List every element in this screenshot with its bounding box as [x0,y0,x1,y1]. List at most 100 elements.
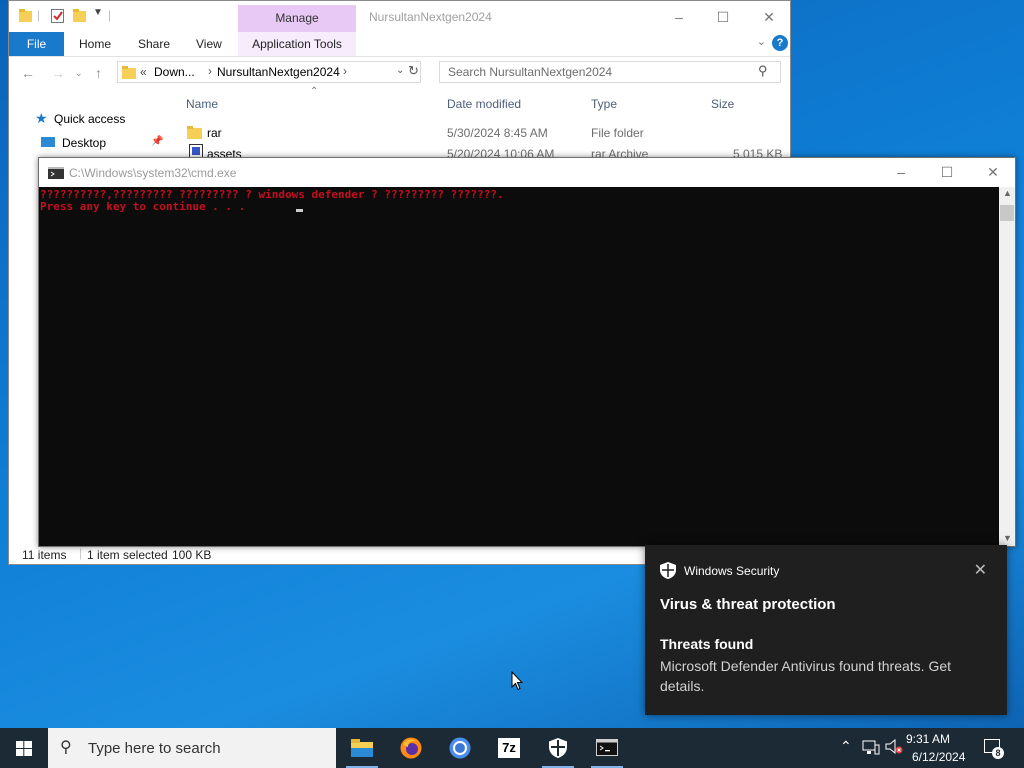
scroll-down-icon[interactable]: ▼ [1003,533,1012,543]
close-button[interactable]: ✕ [983,162,1003,182]
back-button[interactable]: ← [21,65,35,81]
status-separator: | [79,546,83,560]
nav-desktop[interactable]: Desktop [62,136,106,150]
console-output[interactable]: ??????????,????????? ????????? ? windows… [39,187,999,546]
close-icon[interactable]: ✕ [974,560,987,580]
file-list: ⌃ Name Date modified Type Size rar 5/30/… [177,86,789,161]
tab-share[interactable]: Share [138,32,170,56]
pin-icon[interactable]: 📌 [151,136,163,147]
taskbar-search[interactable]: ⚲ Type here to search [48,728,336,768]
minimize-button[interactable]: – [669,7,689,27]
windows-security-icon [549,738,567,758]
cmd-window[interactable]: C:\Windows\system32\cmd.exe – ☐ ✕ ??????… [38,157,1016,547]
search-placeholder: Type here to search [88,740,221,757]
tab-view[interactable]: View [196,32,222,56]
breadcrumb-overflow[interactable]: « [140,65,147,79]
file-date: 5/30/2024 8:45 AM [447,126,548,140]
maximize-button[interactable]: ☐ [713,7,733,27]
notification-title: Threats found [660,636,754,652]
search-icon[interactable]: ⚲ [758,63,768,79]
folder-icon [122,66,136,79]
taskbar-7zip[interactable]: 7z [485,728,533,768]
window-title: NursultanNextgen2024 [369,10,492,24]
notification-message[interactable]: Microsoft Defender Antivirus found threa… [660,656,995,696]
rar-archive-icon [189,144,203,158]
manage-context-tab[interactable]: Manage [238,5,356,32]
breadcrumb-item[interactable]: NursultanNextgen2024 [217,65,340,79]
properties-icon[interactable] [51,9,64,23]
sort-arrow-icon: ⌃ [310,86,319,97]
chevron-right-icon[interactable]: › [208,64,212,78]
network-icon[interactable] [862,740,880,755]
cmd-title-bar[interactable]: C:\Windows\system32\cmd.exe – ☐ ✕ [39,158,1015,187]
ribbon-tabs: File Home Share View Application Tools ⌄… [9,32,790,57]
mouse-pointer-icon [511,671,523,691]
chevron-right-icon[interactable]: › [343,64,347,78]
start-button[interactable] [0,728,48,768]
expand-ribbon-icon[interactable]: ⌄ [757,35,766,48]
text-cursor [296,209,303,212]
cmd-title: C:\Windows\system32\cmd.exe [69,166,237,180]
taskbar-windows-security[interactable] [534,728,582,768]
column-name[interactable]: Name [186,97,218,111]
file-type: File folder [591,126,644,140]
recent-locations-icon[interactable]: ⌄ [75,68,83,79]
maximize-button[interactable]: ☐ [937,162,957,182]
search-icon: ⚲ [60,739,72,756]
scroll-up-icon[interactable]: ▲ [1003,188,1012,198]
breadcrumb-item[interactable]: Down... [154,65,195,79]
chevron-up-icon[interactable]: ⌃ [840,738,852,755]
chrome-icon [449,737,471,759]
new-folder-icon[interactable] [73,9,86,23]
refresh-icon[interactable]: ↻ [408,63,419,79]
title-separator: | [37,8,41,22]
console-line: Press any key to continue . . . [40,200,246,213]
address-bar[interactable]: « Down... › NursultanNextgen2024 › ⌄ ↻ [117,61,421,83]
file-explorer-icon [351,739,373,757]
7zip-icon: 7z [498,738,520,758]
tab-home[interactable]: Home [79,32,111,56]
scrollbar[interactable]: ▲ ▼ [999,187,1015,546]
taskbar-firefox[interactable] [387,728,435,768]
nav-quick-access[interactable]: Quick access [54,112,125,126]
clock-date[interactable]: 6/12/2024 [912,750,965,764]
folder-icon [187,126,202,139]
tab-file[interactable]: File [9,32,64,56]
tab-application-tools[interactable]: Application Tools [238,32,356,56]
up-button[interactable]: ↑ [95,65,102,81]
scrollbar-thumb[interactable] [1000,205,1014,221]
folder-icon [19,9,32,22]
system-tray: ⌃ 9:31 AM 6/12/2024 8 [836,728,1024,768]
search-input[interactable]: Search NursultanNextgen2024 ⚲ [439,61,781,83]
explorer-title-bar[interactable]: | ▼ | Manage NursultanNextgen2024 – ☐ ✕ [9,1,790,32]
desktop-icon [41,137,55,147]
security-notification[interactable]: Windows Security ✕ Virus & threat protec… [645,545,1007,715]
selection-count: 1 item selected [87,548,168,562]
taskbar-file-explorer[interactable] [338,728,386,768]
taskbar: ⚲ Type here to search 7z ⌃ 9:31 AM 6/12/… [0,728,1024,768]
cmd-icon [48,167,64,179]
file-name: rar [207,126,222,140]
file-row[interactable]: rar 5/30/2024 8:45 AM File folder [177,125,789,145]
selection-size: 100 KB [172,548,212,562]
notification-count-badge: 8 [992,747,1004,759]
column-size[interactable]: Size [711,97,734,111]
close-button[interactable]: ✕ [759,7,779,27]
chevron-down-icon[interactable]: ⌄ [396,65,404,76]
notification-app-name: Windows Security [684,564,780,578]
item-count: 11 items [22,548,67,562]
firefox-icon [400,737,422,759]
windows-logo-icon [16,741,32,756]
customize-toolbar-icon[interactable]: ▼ [93,7,103,18]
forward-button[interactable]: → [51,65,65,81]
volume-muted-icon[interactable] [885,739,903,755]
address-bar-row: ← → ⌄ ↑ « Down... › NursultanNextgen2024… [9,57,790,91]
help-icon[interactable]: ? [772,35,788,51]
column-type[interactable]: Type [591,97,617,111]
column-date-modified[interactable]: Date modified [447,97,521,111]
taskbar-command-prompt[interactable] [583,728,631,768]
minimize-button[interactable]: – [891,162,911,182]
title-separator: | [108,8,112,22]
clock-time[interactable]: 9:31 AM [906,732,950,746]
taskbar-chrome[interactable] [436,728,484,768]
